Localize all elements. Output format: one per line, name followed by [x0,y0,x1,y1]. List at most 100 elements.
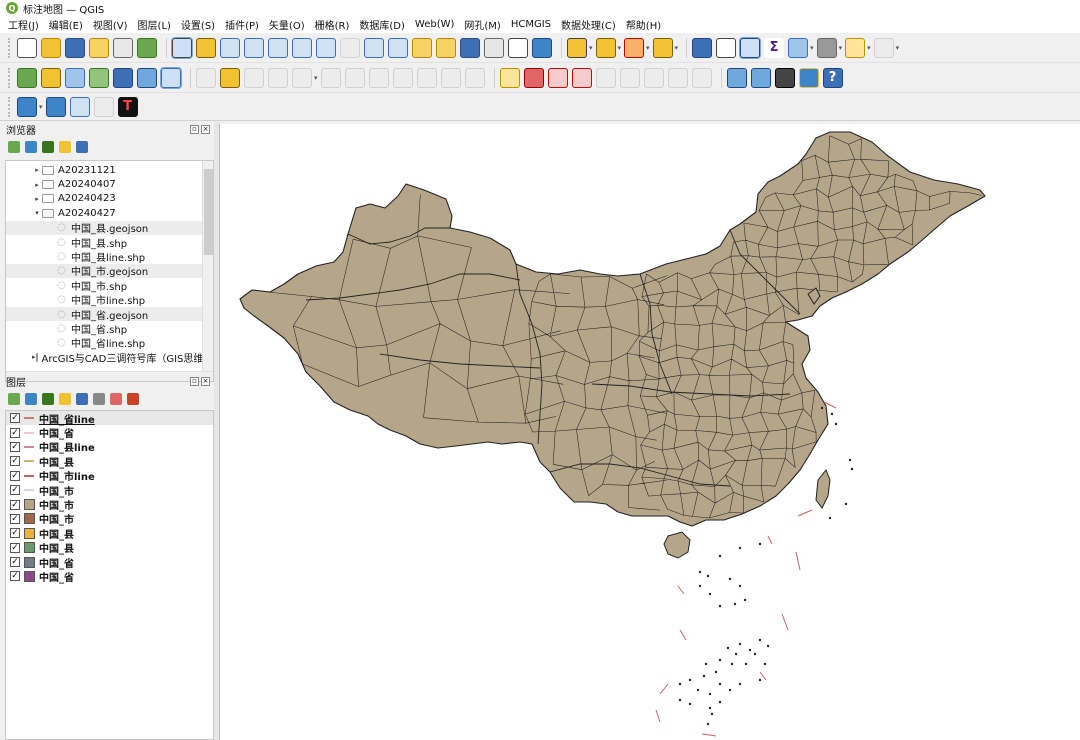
filter-legend-icon[interactable] [59,393,71,405]
data-source-manager-icon[interactable] [17,96,37,117]
refresh-icon[interactable] [532,37,552,58]
menu-item[interactable]: 矢量(O) [269,17,305,32]
save-project-icon[interactable] [65,37,85,58]
digitize-vertex-icon[interactable] [268,67,288,88]
layer-visibility-checkbox[interactable]: ✓ [10,456,20,467]
china-map[interactable] [220,124,1080,740]
copy-features-icon[interactable] [392,67,413,88]
layer-item[interactable]: ✓ 中国_县line [6,440,213,454]
select-by-expression-icon[interactable] [652,37,673,58]
layer-visibility-checkbox[interactable]: ✓ [10,485,20,496]
zoom-next-icon[interactable] [388,37,408,58]
menu-item[interactable]: 图层(L) [138,17,171,32]
toolbar-grip[interactable] [8,67,12,88]
dropdown-arrow-icon[interactable]: ▾ [314,74,318,82]
map-tips-icon[interactable] [845,37,866,58]
label-pin-icon[interactable] [523,67,544,88]
modify-attributes-icon[interactable] [320,67,341,88]
digitize-icon[interactable] [41,67,61,88]
metasearch-icon[interactable] [750,67,771,88]
dropdown-arrow-icon[interactable]: ▾ [646,44,650,52]
resize-canvas-icon[interactable] [93,96,114,117]
browser-layer-item[interactable]: ◌ 中国_市.shp [6,278,213,293]
undo-icon[interactable] [440,67,461,88]
expand-arrow-icon[interactable]: ▸ [32,181,42,189]
refresh-icon[interactable] [25,141,37,153]
menu-item[interactable]: Web(W) [415,19,455,30]
toolbar-grip[interactable] [8,37,12,58]
layer-visibility-checkbox[interactable]: ✓ [10,542,20,553]
browser-folder-item[interactable]: ▾ A20240427 [6,206,213,220]
dropdown-arrow-icon[interactable]: ▾ [867,44,871,52]
menu-item[interactable]: 工程(J) [8,17,39,32]
close-panel-icon[interactable]: × [201,377,210,386]
menu-item[interactable]: 栅格(R) [315,17,350,32]
remove-layer-icon[interactable] [127,393,139,405]
menu-item[interactable]: HCMGIS [511,19,551,30]
add-selected-icon[interactable] [8,141,20,153]
browser-layer-item[interactable]: ◌ 中国_县line.shp [6,249,213,264]
zoom-full-icon[interactable] [268,37,288,58]
label-highlight-icon[interactable] [547,67,568,88]
layer-visibility-checkbox[interactable]: ✓ [10,571,20,582]
float-panel-icon[interactable]: ▫ [190,125,199,134]
style-manager-icon[interactable] [137,37,157,58]
terminal-plugin-icon[interactable]: T [117,96,138,117]
attribute-table-icon[interactable] [716,37,737,58]
info-icon[interactable] [76,141,88,153]
identify-features-icon[interactable] [692,37,713,58]
dropdown-arrow-icon[interactable]: ▾ [839,44,843,52]
browser-layer-item[interactable]: ◌ 中国_县.geojson [6,220,213,235]
layer-item[interactable]: ✓ 中国_省 [6,425,213,440]
network-analysis-icon[interactable] [774,67,795,88]
float-panel-icon[interactable]: ▫ [190,377,199,386]
layer-visibility-checkbox[interactable]: ✓ [10,427,20,438]
add-vector-layer-icon[interactable] [17,67,37,88]
filter-expression-icon[interactable] [76,393,88,405]
layer-visibility-checkbox[interactable]: ✓ [10,470,20,481]
new-print-layout-icon[interactable] [89,37,109,58]
label-change-icon[interactable] [643,67,664,88]
open-project-icon[interactable] [41,37,61,58]
layer-item[interactable]: ✓ 中国_市 [6,483,213,498]
add-csv-layer-icon[interactable] [65,67,85,88]
zoom-to-layer-icon[interactable] [316,37,336,58]
label-toolbar-icon[interactable] [499,67,520,88]
deselect-icon[interactable] [624,37,645,58]
zoom-last-icon[interactable] [364,37,384,58]
bookmarks-icon[interactable] [484,37,504,58]
close-panel-icon[interactable]: × [201,125,210,134]
vertex-tool-icon[interactable] [292,67,312,88]
add-group-icon[interactable] [25,393,37,405]
paste-features-icon[interactable] [416,67,437,88]
dropdown-arrow-icon[interactable]: ▾ [810,44,814,52]
collapse-all-icon[interactable] [110,393,122,405]
zoom-out-icon[interactable] [244,37,264,58]
layer-item[interactable]: ✓ 中国_县 [6,454,213,469]
layer-visibility-checkbox[interactable]: ✓ [10,557,20,568]
browser-folder-item[interactable]: ▸ A20240423 [6,192,213,206]
zoom-in-icon[interactable] [220,37,240,58]
layer-visibility-checkbox[interactable]: ✓ [10,413,20,424]
redo-icon[interactable] [464,67,485,88]
pan-map-icon[interactable] [171,36,193,59]
field-calculator-icon[interactable] [788,37,809,58]
add-virtual-layer-icon[interactable] [160,66,182,89]
help-icon[interactable]: ? [822,67,843,88]
georef-icon[interactable] [726,67,747,88]
dropdown-arrow-icon[interactable]: ▾ [675,44,679,52]
new-3d-view-icon[interactable] [436,37,456,58]
new-map-view-icon[interactable] [412,37,432,58]
menu-item[interactable]: 设置(S) [181,17,215,32]
menu-item[interactable]: 网孔(M) [464,17,500,32]
browser-folder-item[interactable]: ▸ A20231121 [6,163,213,177]
browser-layer-item[interactable]: ◌ 中国_县.shp [6,235,213,250]
layer-item[interactable]: ✓ 中国_市 [6,497,213,512]
collapse-arrow-icon[interactable]: ▾ [32,209,42,217]
layer-item[interactable]: ✓ 中国_省line [6,411,213,426]
browser-layer-item[interactable]: ◌ 中国_市.geojson [6,263,213,278]
scrollbar-thumb[interactable] [204,169,213,255]
browser-folder-item[interactable]: ▸ ArcGIS与CAD三调符号库（GIS思维） [6,350,213,365]
layer-item[interactable]: ✓ 中国_市line [6,469,213,483]
delete-selected-icon[interactable] [344,67,365,88]
